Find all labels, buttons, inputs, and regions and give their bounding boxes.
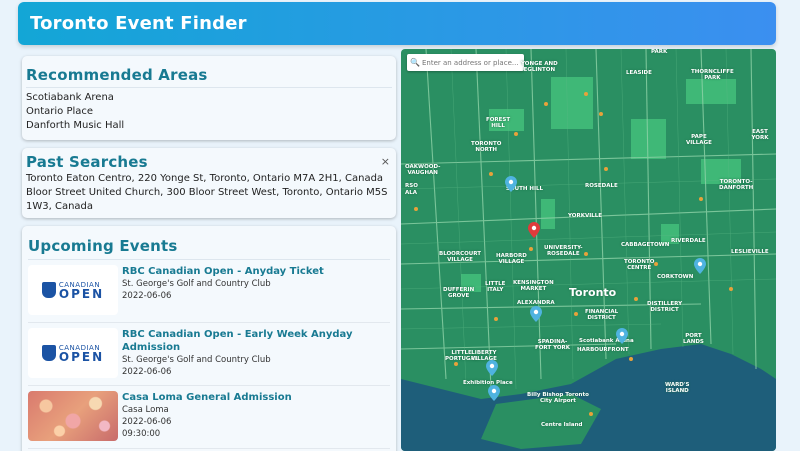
map-pin-icon[interactable] xyxy=(488,385,500,401)
map-label: UNIVERSITY- ROSEDALE xyxy=(544,245,583,257)
map-label: CABBAGETOWN xyxy=(621,242,670,248)
map-background xyxy=(401,49,776,451)
map-label: RIVERDALE xyxy=(671,238,706,244)
map-city-label: Toronto xyxy=(569,286,617,299)
map-pin-icon[interactable] xyxy=(528,222,540,238)
past-searches-heading: Past Searches xyxy=(26,153,148,171)
close-icon[interactable]: × xyxy=(381,155,390,168)
event-list-item[interactable]: CANADIAN OPEN RBC Canadian Open - Anyday… xyxy=(28,260,390,323)
recommended-heading: Recommended Areas xyxy=(26,66,392,88)
map-label: TORONTO CENTRE xyxy=(624,259,655,271)
recommended-item[interactable]: Ontario Place xyxy=(26,105,392,119)
event-time: 09:30:00 xyxy=(122,429,161,439)
event-thumbnail: CANADIAN OPEN xyxy=(28,328,118,378)
map-label: WARD'S ISLAND xyxy=(665,382,690,394)
app-title: Toronto Event Finder xyxy=(30,13,247,34)
event-title[interactable]: RBC Canadian Open - Anyday Ticket xyxy=(122,265,390,278)
event-thumbnail: CANADIAN OPEN xyxy=(28,265,118,315)
map-label: FOREST HILL xyxy=(486,117,511,129)
map-label: DISTILLERY DISTRICT xyxy=(647,301,683,313)
map-label: PORT LANDS xyxy=(683,333,704,345)
event-date: 2022-06-06 xyxy=(122,367,172,377)
rbc-shield-icon xyxy=(41,345,56,361)
rbc-canadian-open-logo: CANADIAN OPEN xyxy=(41,281,105,301)
map-label: FINANCIAL DISTRICT xyxy=(585,309,619,321)
map-label: THORNCLIFFE PARK xyxy=(691,69,734,81)
map-label: Centre Island xyxy=(541,422,583,428)
map-label: PAPE VILLAGE xyxy=(686,134,712,146)
past-search-item[interactable]: Toronto Eaton Centro, 220 Yonge St, Toro… xyxy=(26,172,392,186)
event-date: 2022-06-06 xyxy=(122,417,172,427)
map-label: YONGE AND EGLINTON xyxy=(521,61,558,73)
event-venue: Casa Loma xyxy=(122,405,169,415)
map-label: ROSEDALE xyxy=(585,183,618,189)
rbc-shield-icon xyxy=(41,282,56,298)
logo-text-bottom: OPEN xyxy=(58,287,105,301)
map-label: OAKWOOD- VAUGHAN xyxy=(405,164,441,176)
map-pin-icon[interactable] xyxy=(505,176,517,192)
map-label: ALA xyxy=(405,190,418,196)
map-label: BLOORCOURT VILLAGE xyxy=(439,251,482,263)
map-label: EAST YORK xyxy=(751,129,769,141)
past-search-item[interactable]: Bloor Street United Church, 300 Bloor St… xyxy=(26,186,392,214)
map-label: Billy Bishop Toronto City Airport xyxy=(527,392,589,404)
map-view[interactable]: 🔍 YONGE ANDEGLINTON LEASIDE THORNCLIFFEP… xyxy=(401,49,776,451)
map-label: TORONTO- DANFORTH xyxy=(719,179,754,191)
app-header: Toronto Event Finder xyxy=(18,2,776,45)
event-list-item[interactable]: Casa Loma General Admission Casa Loma 20… xyxy=(28,386,390,449)
event-title[interactable]: RBC Canadian Open - Early Week Anyday Ad… xyxy=(122,328,390,354)
upcoming-events-card: Upcoming Events CANADIAN OPEN RBC Canadi… xyxy=(22,226,396,451)
logo-text-bottom: OPEN xyxy=(58,350,105,364)
map-label: KENSINGTON MARKET xyxy=(513,280,554,292)
map-label: DUFFERIN GROVE xyxy=(443,287,475,299)
map-label: PARK xyxy=(651,49,668,55)
map-label: CORKTOWN xyxy=(657,274,694,280)
map-label: LESLIEVILLE xyxy=(731,249,769,255)
map-search-box[interactable]: 🔍 xyxy=(407,54,524,71)
event-list-item[interactable]: CANADIAN OPEN RBC Canadian Open - Early … xyxy=(28,323,390,386)
search-icon: 🔍 xyxy=(410,58,420,67)
rbc-canadian-open-logo: CANADIAN OPEN xyxy=(41,344,105,364)
map-pin-icon[interactable] xyxy=(530,306,542,322)
event-date: 2022-06-06 xyxy=(122,291,172,301)
past-searches-card: Past Searches × Toronto Eaton Centro, 22… xyxy=(22,148,396,218)
recommended-areas-card: Recommended Areas Scotiabank Arena Ontar… xyxy=(22,56,396,140)
recommended-item[interactable]: Danforth Music Hall xyxy=(26,119,392,133)
event-venue: St. George's Golf and Country Club xyxy=(122,355,271,365)
map-label: LITTLE ITALY xyxy=(485,281,506,293)
map-label: RSO xyxy=(405,183,418,189)
event-title[interactable]: Casa Loma General Admission xyxy=(122,391,390,404)
event-venue: St. George's Golf and Country Club xyxy=(122,279,271,289)
map-label: HARBOURFRONT xyxy=(577,347,629,353)
map-search-input[interactable] xyxy=(421,58,524,67)
map-pin-icon[interactable] xyxy=(694,258,706,274)
map-pin-icon[interactable] xyxy=(616,328,628,344)
event-thumbnail xyxy=(28,391,118,441)
map-label: TORONTO NORTH xyxy=(471,141,502,153)
map-label: YORKVILLE xyxy=(568,213,603,219)
map-pin-icon[interactable] xyxy=(486,360,498,376)
map-label: HARBORD VILLAGE xyxy=(496,253,527,265)
map-label: SPADINA- FORT YORK xyxy=(535,339,571,351)
upcoming-heading: Upcoming Events xyxy=(28,237,390,260)
map-label: LEASIDE xyxy=(626,70,652,76)
recommended-item[interactable]: Scotiabank Arena xyxy=(26,91,392,105)
